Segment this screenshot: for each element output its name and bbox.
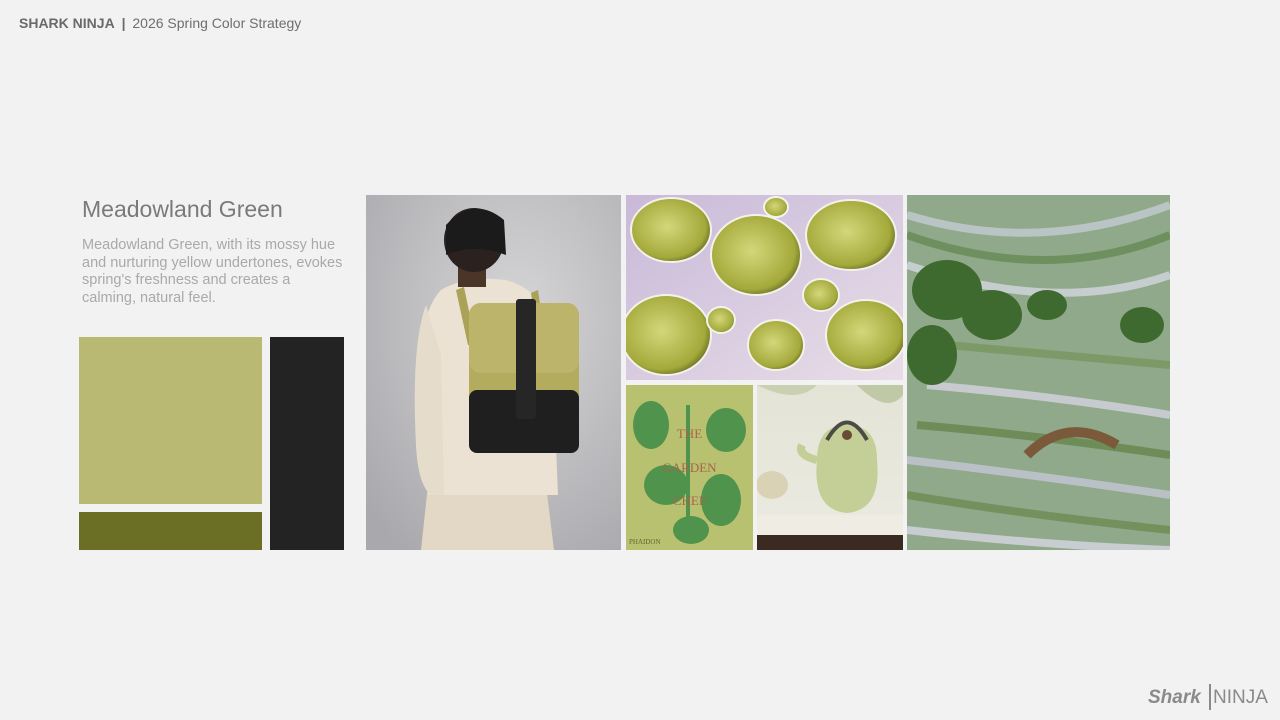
color-description: Meadowland Green, with its mossy hue and…: [82, 237, 343, 306]
book-title-line2: GARDEN: [662, 460, 717, 475]
rice-terraces-photo: [907, 195, 1170, 550]
book-title-line3: CHEF: [672, 493, 707, 508]
book-publisher: PHAIDON: [629, 538, 661, 546]
swatch-light-green: [79, 337, 262, 504]
slide-header: SHARK NINJA | 2026 Spring Color Strategy: [19, 15, 301, 31]
header-brand: SHARK NINJA: [19, 15, 115, 31]
teapot-photo: [757, 385, 903, 550]
svg-text:NINJA: NINJA: [1213, 687, 1268, 708]
book-title-line1: THE: [676, 426, 703, 441]
swatch-dark-olive: [79, 512, 262, 550]
sharkninja-logo: Shark NINJA: [1148, 682, 1272, 712]
color-title: Meadowland Green: [82, 196, 283, 222]
svg-text:Shark: Shark: [1148, 687, 1202, 708]
header-separator: |: [121, 15, 126, 31]
swatch-charcoal: [270, 337, 344, 550]
backpack-photo: [366, 195, 621, 550]
header-subtitle: 2026 Spring Color Strategy: [132, 15, 302, 31]
garden-chef-book-cover: THE GARDEN CHEF PHAIDON: [626, 385, 753, 550]
oil-bubbles-photo: [626, 195, 903, 380]
